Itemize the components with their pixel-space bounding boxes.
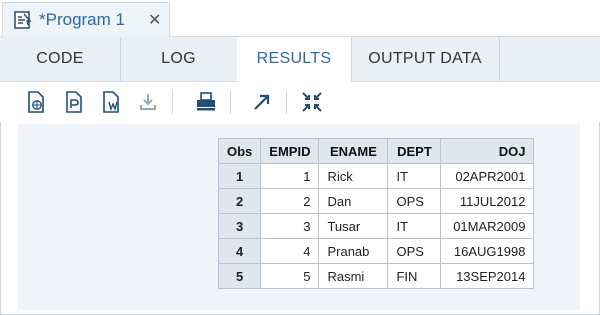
- document-tab-bar: *Program 1 ✕: [0, 0, 600, 37]
- dept-cell: IT: [387, 213, 442, 239]
- header-dept: DEPT: [387, 138, 442, 164]
- results-table: Obs EMPID ENAME DEPT DOJ 1 1 Rick IT 02A…: [217, 138, 535, 289]
- download-button[interactable]: [136, 90, 160, 114]
- empid-cell: 3: [260, 213, 320, 239]
- word-download-icon: [103, 91, 119, 113]
- program-tab[interactable]: *Program 1 ✕: [2, 2, 170, 37]
- dept-cell: FIN: [387, 263, 442, 289]
- doj-cell: 16AUG1998: [440, 238, 535, 264]
- doj-cell: 01MAR2009: [440, 213, 535, 239]
- word-download-button[interactable]: [100, 90, 124, 114]
- header-empid: EMPID: [260, 138, 320, 164]
- doj-cell: 11JUL2012: [440, 188, 535, 214]
- open-new-window-button[interactable]: [250, 90, 274, 114]
- header-ename: ENAME: [318, 138, 389, 164]
- ename-cell: Tusar: [318, 213, 389, 239]
- open-new-window-icon: [254, 94, 270, 110]
- tab-results[interactable]: RESULTS: [237, 37, 352, 82]
- program-tab-title: *Program 1: [39, 10, 125, 29]
- collapse-icon: [302, 92, 322, 112]
- doj-cell: 02APR2001: [440, 163, 535, 189]
- empid-cell: 1: [260, 163, 320, 189]
- results-toolbar: [0, 82, 600, 122]
- obs-cell: 4: [217, 238, 262, 264]
- header-doj: DOJ: [440, 138, 535, 164]
- close-icon[interactable]: ✕: [148, 10, 161, 30]
- print-icon: [197, 92, 215, 111]
- table-row: 2 2 Dan OPS 11JUL2012: [217, 188, 535, 214]
- table-row: 3 3 Tusar IT 01MAR2009: [217, 213, 535, 239]
- table-row: 1 1 Rick IT 02APR2001: [217, 163, 535, 189]
- obs-cell: 5: [217, 263, 262, 289]
- ename-cell: Pranab: [318, 238, 389, 264]
- collapse-button[interactable]: [300, 90, 324, 114]
- ename-cell: Rick: [318, 163, 389, 189]
- dept-cell: OPS: [387, 238, 442, 264]
- tab-output-data[interactable]: OUTPUT DATA: [351, 37, 500, 81]
- empid-cell: 2: [260, 188, 320, 214]
- ename-cell: Rasmi: [318, 263, 389, 289]
- dept-cell: IT: [387, 163, 442, 189]
- print-button[interactable]: [194, 90, 218, 114]
- header-obs: Obs: [217, 138, 262, 164]
- empid-cell: 5: [260, 263, 320, 289]
- toolbar-divider: [230, 90, 231, 114]
- download-icon: [140, 94, 156, 110]
- obs-cell: 1: [217, 163, 262, 189]
- empid-cell: 4: [260, 238, 320, 264]
- results-pane: Obs EMPID ENAME DEPT DOJ 1 1 Rick IT 02A…: [18, 124, 580, 310]
- toolbar-divider: [286, 90, 287, 114]
- program-icon: [14, 11, 32, 29]
- tab-code[interactable]: CODE: [0, 37, 121, 81]
- doj-cell: 13SEP2014: [440, 263, 535, 289]
- tab-log[interactable]: LOG: [120, 37, 238, 81]
- html-download-button[interactable]: [24, 90, 48, 114]
- section-tab-bar: CODE LOG RESULTS OUTPUT DATA: [0, 37, 600, 82]
- table-header-row: Obs EMPID ENAME DEPT DOJ: [217, 138, 535, 164]
- table-row: 5 5 Rasmi FIN 13SEP2014: [217, 263, 535, 289]
- html-download-icon: [28, 91, 44, 113]
- pdf-download-icon: [66, 91, 82, 113]
- obs-cell: 2: [217, 188, 262, 214]
- ename-cell: Dan: [318, 188, 389, 214]
- table-row: 4 4 Pranab OPS 16AUG1998: [217, 238, 535, 264]
- toolbar-divider: [172, 90, 173, 114]
- pdf-download-button[interactable]: [62, 90, 86, 114]
- dept-cell: OPS: [387, 188, 442, 214]
- obs-cell: 3: [217, 213, 262, 239]
